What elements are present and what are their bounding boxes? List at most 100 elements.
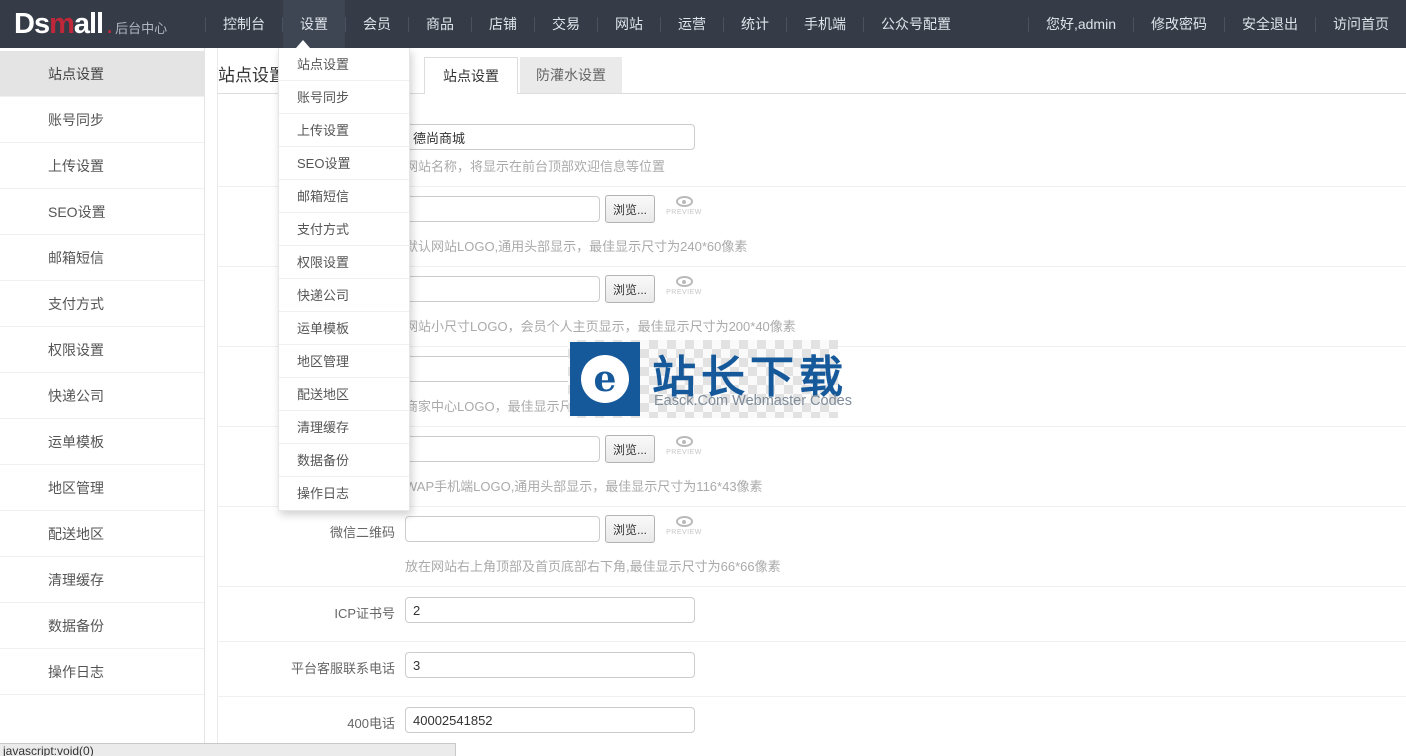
visit-homepage-link[interactable]: 访问首页: [1316, 0, 1406, 48]
sidebar-item-account-sync[interactable]: 账号同步: [0, 97, 204, 143]
user-nav: 您好,admin 修改密码 安全退出 访问首页: [1028, 0, 1406, 48]
content-left-border: [217, 48, 218, 756]
default-logo-file-input[interactable]: [405, 196, 600, 222]
row-separator: [217, 586, 1406, 587]
sidebar-item-upload-settings[interactable]: 上传设置: [0, 143, 204, 189]
preview-control[interactable]: PREVIEW: [663, 196, 705, 216]
service-phone-input[interactable]: [405, 652, 695, 678]
sidebar: 站点设置 账号同步 上传设置 SEO设置 邮箱短信 支付方式 权限设置 快递公司…: [0, 48, 205, 756]
wechat-qrcode-file-input[interactable]: [405, 516, 600, 542]
site-name-input[interactable]: [405, 124, 695, 150]
logo-dot: .: [107, 17, 112, 38]
wap-logo-file-input[interactable]: [405, 436, 600, 462]
dropdown-item-payment-methods[interactable]: 支付方式: [279, 213, 409, 246]
phone-400-input[interactable]: [405, 707, 695, 733]
row-separator: [217, 641, 1406, 642]
watermark-logo-glyph: e: [581, 355, 629, 403]
watermark-image: e 站长下载 Easck.Com Webmaster Codes: [568, 340, 838, 418]
dropdown-item-account-sync[interactable]: 账号同步: [279, 81, 409, 114]
field-help-text: 网站名称，将显示在前台顶部欢迎信息等位置: [405, 156, 665, 175]
logo-text-accent: m: [49, 8, 74, 41]
field-label-400-phone: 400电话: [200, 713, 395, 732]
page-title: 站点设置: [218, 61, 286, 86]
browse-button[interactable]: 浏览...: [605, 515, 655, 543]
sidebar-item-region-management[interactable]: 地区管理: [0, 465, 204, 511]
nav-item-trade[interactable]: 交易: [535, 0, 597, 48]
main-nav: 控制台 设置 会员 商品 店铺 交易 网站 运营 统计 手机端 公众号配置: [205, 0, 968, 48]
browser-status-bar: javascript:void(0): [0, 743, 456, 756]
nav-item-settings[interactable]: 设置: [283, 0, 345, 48]
sidebar-item-clear-cache[interactable]: 清理缓存: [0, 557, 204, 603]
field-help-text: 网站小尺寸LOGO，会员个人主页显示，最佳显示尺寸为200*40像素: [405, 316, 796, 335]
dropdown-item-waybill-templates[interactable]: 运单模板: [279, 312, 409, 345]
dropdown-caret-icon: [296, 40, 310, 48]
settings-dropdown-menu: 站点设置 账号同步 上传设置 SEO设置 邮箱短信 支付方式 权限设置 快递公司…: [278, 48, 410, 511]
preview-label: PREVIEW: [666, 209, 702, 216]
dropdown-item-permission-settings[interactable]: 权限设置: [279, 246, 409, 279]
preview-control[interactable]: PREVIEW: [663, 436, 705, 456]
tab-site-settings[interactable]: 站点设置: [424, 57, 518, 94]
sidebar-item-express-companies[interactable]: 快递公司: [0, 373, 204, 419]
logout-link[interactable]: 安全退出: [1225, 0, 1315, 48]
field-help-text: 放在网站右上角顶部及首页底部右下角,最佳显示尺寸为66*66像素: [405, 556, 781, 575]
small-logo-file-input[interactable]: [405, 276, 600, 302]
field-label-wechat-qrcode: 微信二维码: [200, 522, 395, 541]
tab-anti-flood-settings[interactable]: 防灌水设置: [520, 57, 622, 93]
dropdown-item-region-management[interactable]: 地区管理: [279, 345, 409, 378]
preview-control[interactable]: PREVIEW: [663, 276, 705, 296]
dropdown-item-site-settings[interactable]: 站点设置: [279, 48, 409, 81]
nav-item-wechat-config[interactable]: 公众号配置: [864, 0, 968, 48]
logo-text: Ds: [14, 8, 49, 41]
dropdown-item-clear-cache[interactable]: 清理缓存: [279, 411, 409, 444]
topbar: Dsmall . 后台中心 控制台 设置 会员 商品 店铺 交易 网站 运营 统…: [0, 0, 1406, 48]
dropdown-item-express-companies[interactable]: 快递公司: [279, 279, 409, 312]
sidebar-item-email-sms[interactable]: 邮箱短信: [0, 235, 204, 281]
preview-label: PREVIEW: [666, 289, 702, 296]
dropdown-item-data-backup[interactable]: 数据备份: [279, 444, 409, 477]
preview-eye-icon: [676, 196, 693, 207]
field-label-service-phone: 平台客服联系电话: [200, 658, 395, 677]
nav-item-operations[interactable]: 运营: [661, 0, 723, 48]
dropdown-item-email-sms[interactable]: 邮箱短信: [279, 180, 409, 213]
nav-item-members[interactable]: 会员: [346, 0, 408, 48]
sidebar-item-permission-settings[interactable]: 权限设置: [0, 327, 204, 373]
dropdown-item-delivery-regions[interactable]: 配送地区: [279, 378, 409, 411]
change-password-link[interactable]: 修改密码: [1134, 0, 1224, 48]
sidebar-item-seo-settings[interactable]: SEO设置: [0, 189, 204, 235]
browse-button[interactable]: 浏览...: [605, 275, 655, 303]
dropdown-item-upload-settings[interactable]: 上传设置: [279, 114, 409, 147]
browse-button[interactable]: 浏览...: [605, 195, 655, 223]
dropdown-item-seo-settings[interactable]: SEO设置: [279, 147, 409, 180]
nav-item-mobile[interactable]: 手机端: [787, 0, 863, 48]
sidebar-item-site-settings[interactable]: 站点设置: [0, 51, 204, 97]
nav-item-stats[interactable]: 统计: [724, 0, 786, 48]
dropdown-item-operation-logs[interactable]: 操作日志: [279, 477, 409, 510]
logo-subtitle: 后台中心: [115, 18, 167, 37]
field-help-text: WAP手机端LOGO,通用头部显示，最佳显示尺寸为116*43像素: [405, 476, 763, 495]
nav-item-stores[interactable]: 店铺: [472, 0, 534, 48]
app-logo[interactable]: Dsmall . 后台中心: [0, 8, 205, 41]
row-separator: [217, 696, 1406, 697]
sidebar-item-delivery-regions[interactable]: 配送地区: [0, 511, 204, 557]
nav-item-console[interactable]: 控制台: [206, 0, 282, 48]
sidebar-item-operation-logs[interactable]: 操作日志: [0, 649, 204, 695]
preview-eye-icon: [676, 276, 693, 287]
nav-item-goods[interactable]: 商品: [409, 0, 471, 48]
topbar-spacer: [968, 0, 1028, 48]
watermark-subtitle: Easck.Com Webmaster Codes: [654, 393, 852, 409]
sidebar-item-payment-methods[interactable]: 支付方式: [0, 281, 204, 327]
icp-number-input[interactable]: [405, 597, 695, 623]
sidebar-item-waybill-templates[interactable]: 运单模板: [0, 419, 204, 465]
field-help-text: 默认网站LOGO,通用头部显示，最佳显示尺寸为240*60像素: [405, 236, 747, 255]
preview-eye-icon: [676, 516, 693, 527]
nav-item-website[interactable]: 网站: [598, 0, 660, 48]
preview-label: PREVIEW: [666, 449, 702, 456]
preview-control[interactable]: PREVIEW: [663, 516, 705, 536]
field-label-icp-number: ICP证书号: [200, 603, 395, 622]
user-greeting[interactable]: 您好,admin: [1029, 0, 1133, 48]
logo-text: all: [74, 8, 103, 41]
browse-button[interactable]: 浏览...: [605, 435, 655, 463]
watermark-logo-icon: e: [570, 342, 640, 416]
preview-eye-icon: [676, 436, 693, 447]
sidebar-item-data-backup[interactable]: 数据备份: [0, 603, 204, 649]
